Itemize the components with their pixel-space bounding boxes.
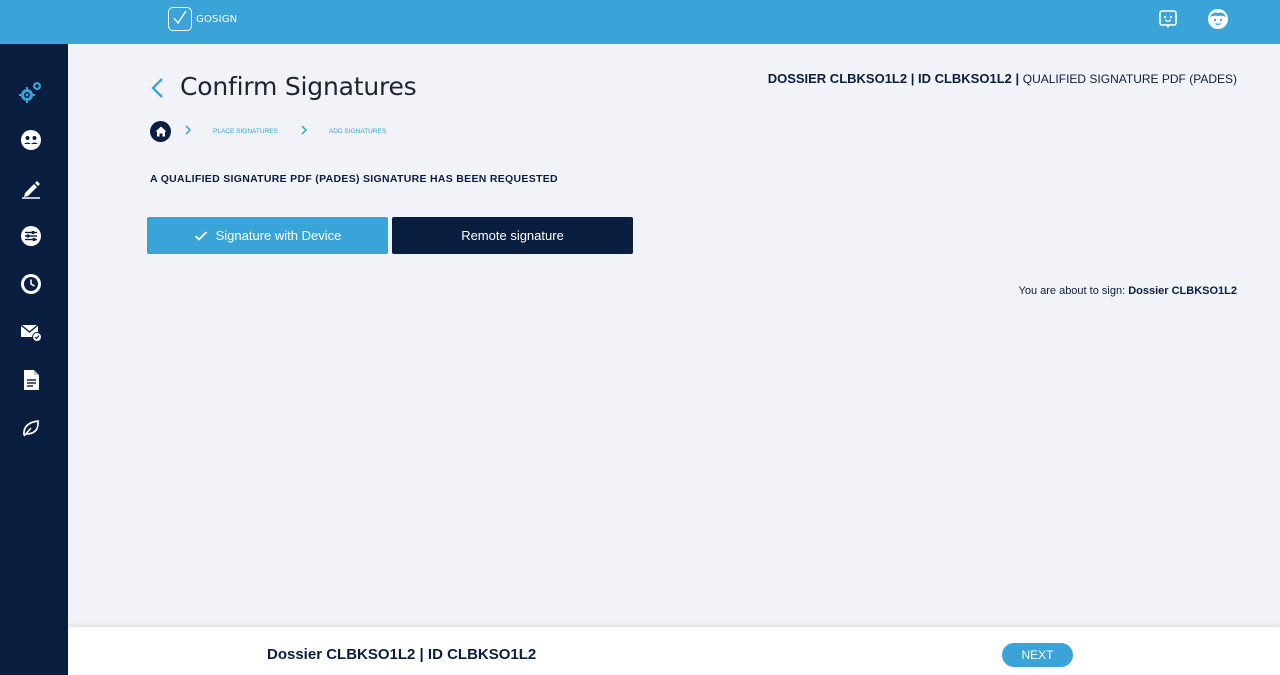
signature-with-device-label: Signature with Device [215, 228, 342, 243]
settings-gear-icon [19, 82, 41, 103]
history-clock-icon [21, 274, 41, 294]
about-to-sign-prefix: You are about to sign: [1018, 285, 1126, 297]
signature-with-device-button[interactable]: Signature with Device [147, 217, 388, 254]
logo-text: GOSIGN [196, 13, 238, 25]
footer-dossier: Dossier CLBKSO1L2 | ID CLBKSO1L2 [267, 646, 537, 663]
sidebar-item-sign[interactable] [18, 175, 44, 201]
breadcrumb: PLACE SIGNATURES ADD SIGNATURES [150, 120, 386, 142]
sidebar-item-contacts[interactable] [18, 127, 44, 153]
user-avatar-icon[interactable] [1207, 8, 1229, 30]
sign-pen-icon [22, 181, 40, 199]
sidebar-item-filters[interactable] [18, 223, 44, 249]
mail-check-icon [20, 324, 42, 342]
sidebar-item-history[interactable] [18, 271, 44, 297]
check-icon [194, 230, 207, 241]
leaf-icon [23, 420, 39, 437]
sidebar-item-eco[interactable] [18, 415, 44, 441]
footer-bar: Dossier CLBKSO1L2 | ID CLBKSO1L2 NEXT [68, 627, 1280, 675]
next-button[interactable]: NEXT [1002, 643, 1073, 667]
breadcrumb-add-signatures[interactable]: ADD SIGNATURES [329, 128, 386, 135]
dossier-header: DOSSIER CLBKSO1L2 | ID CLBKSO1L2 | QUALI… [768, 71, 1237, 86]
sidebar-item-mail[interactable] [18, 319, 44, 345]
about-to-sign-name: Dossier CLBKSO1L2 [1128, 285, 1237, 297]
chat-bot-icon[interactable] [1157, 8, 1179, 30]
chevron-right-icon [301, 124, 307, 135]
top-bar: GOSIGN [0, 0, 1280, 44]
sliders-icon [21, 226, 41, 246]
sidebar-item-documents[interactable] [18, 367, 44, 393]
request-message: A QUALIFIED SIGNATURE PDF (PADES) SIGNAT… [150, 173, 558, 185]
logo-check-icon [168, 7, 192, 31]
faces-icon [21, 130, 41, 150]
back-arrow-icon[interactable] [148, 76, 168, 100]
about-to-sign: You are about to sign: Dossier CLBKSO1L2 [1019, 285, 1238, 297]
home-icon [155, 126, 166, 136]
page-title: Confirm Signatures [180, 72, 417, 101]
dossier-id: DOSSIER CLBKSO1L2 | ID CLBKSO1L2 | [767, 71, 1020, 86]
breadcrumb-home[interactable] [150, 120, 171, 142]
gosign-logo[interactable]: GOSIGN [168, 7, 237, 31]
sidebar [0, 44, 68, 675]
chevron-right-icon [185, 124, 192, 135]
document-icon [24, 370, 39, 390]
remote-signature-label: Remote signature [461, 228, 564, 243]
remote-signature-button[interactable]: Remote signature [392, 217, 633, 254]
signature-type: QUALIFIED SIGNATURE PDF (PADES) [1022, 72, 1237, 86]
sidebar-item-settings[interactable] [18, 80, 44, 106]
breadcrumb-place-signatures[interactable]: PLACE SIGNATURES [213, 128, 278, 135]
